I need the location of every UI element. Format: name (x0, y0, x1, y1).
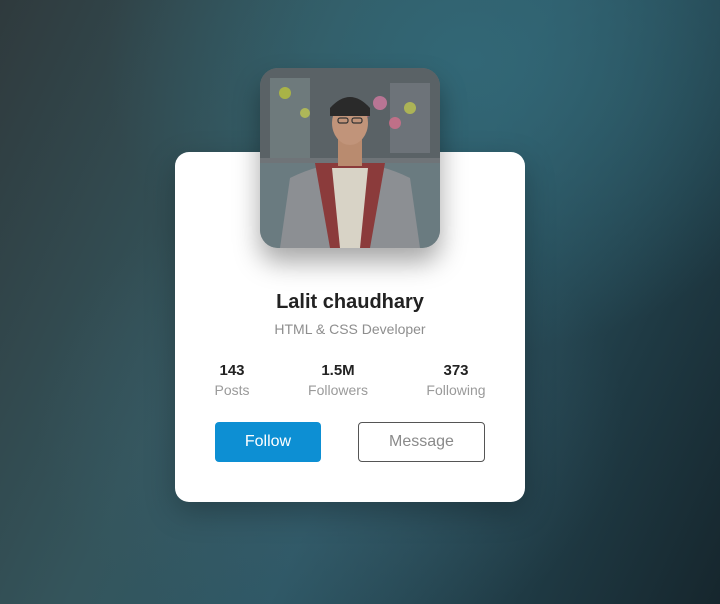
stat-followers-value: 1.5M (321, 362, 355, 379)
stat-posts: 143 Posts (187, 362, 277, 400)
stat-following: 373 Following (411, 362, 501, 400)
stat-posts-label: Posts (214, 382, 250, 398)
profile-role: HTML & CSS Developer (274, 321, 426, 337)
stat-followers: 1.5M Followers (293, 362, 383, 400)
avatar-photo (260, 68, 440, 248)
follow-button[interactable]: Follow (215, 422, 321, 462)
message-button[interactable]: Message (358, 422, 485, 462)
stat-following-label: Following (426, 382, 486, 398)
stat-followers-label: Followers (308, 382, 368, 398)
stat-following-value: 373 (443, 362, 469, 379)
stat-posts-value: 143 (219, 362, 245, 379)
profile-avatar (260, 68, 440, 248)
profile-name: Lalit chaudhary (276, 291, 424, 313)
